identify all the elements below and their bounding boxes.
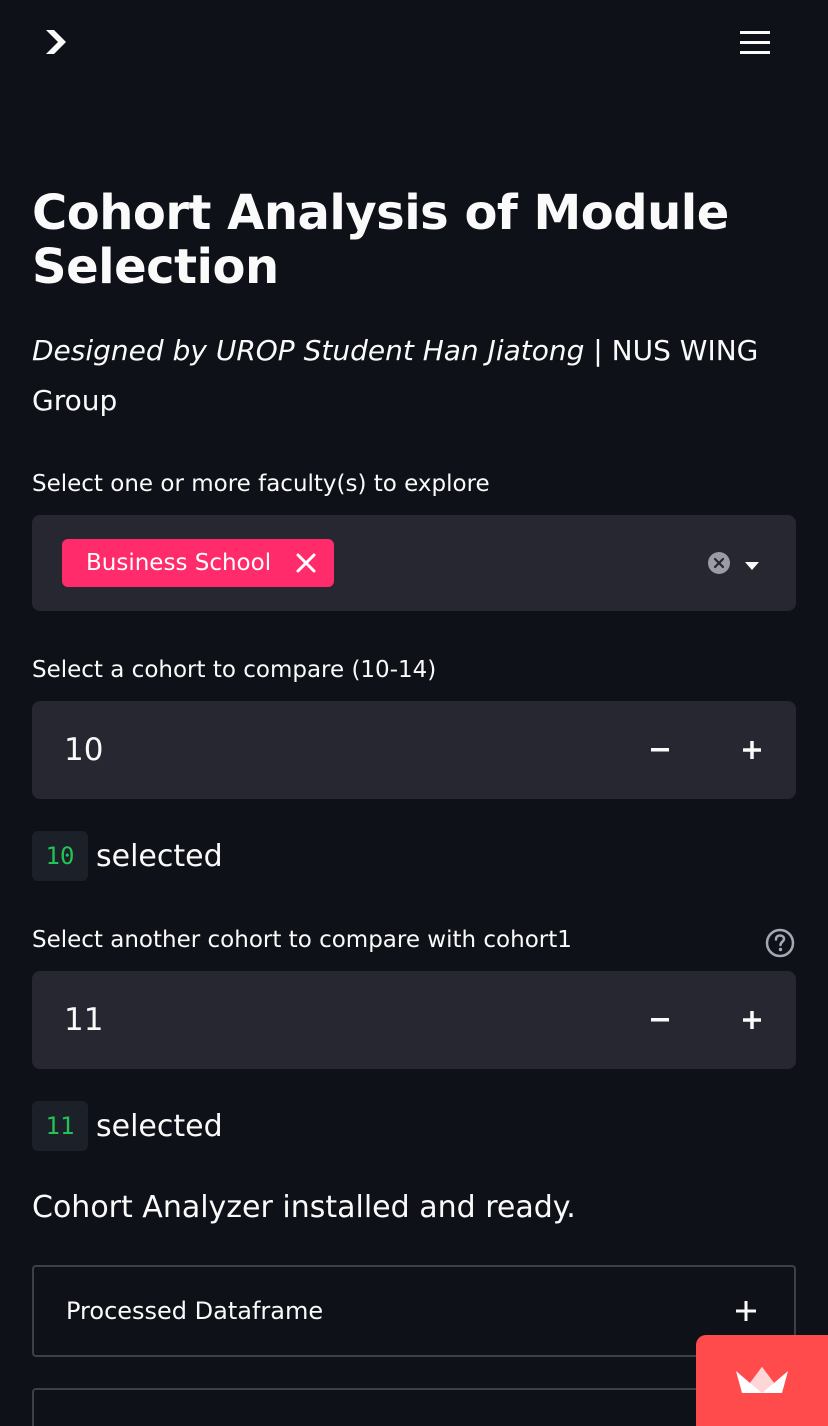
cohort2-value-field[interactable]: 11: [64, 971, 564, 1069]
question-circle-icon: [765, 928, 795, 958]
app-page: Cohort Analysis of Module Selection Desi…: [0, 0, 828, 1426]
minus-icon: [651, 1018, 669, 1022]
plus-icon: [743, 1011, 761, 1029]
cohort1-selected-code: 10: [32, 831, 88, 881]
cohort1-label: Select a cohort to compare (10-14): [32, 657, 437, 683]
cohort2-help-button[interactable]: [765, 928, 795, 958]
selected-tag-business-school: Business School: [62, 539, 334, 587]
streamlit-badge-button[interactable]: [696, 1335, 828, 1426]
hamburger-menu-icon: [740, 31, 770, 54]
cohort1-selected-text: selected: [96, 838, 223, 874]
expander-next[interactable]: [32, 1388, 796, 1426]
cohort2-decrement-button[interactable]: [620, 971, 700, 1069]
tag-label: Business School: [86, 550, 272, 576]
streamlit-crown-icon: [736, 1367, 788, 1393]
clear-all-button[interactable]: [708, 552, 730, 574]
page-subtitle: Designed by UROP Student Han Jiatong | N…: [32, 326, 796, 426]
status-message: Cohort Analyzer installed and ready.: [32, 1190, 576, 1225]
caret-down-icon: [745, 562, 759, 570]
cohort2-label: Select another cohort to compare with co…: [32, 927, 572, 953]
cohort2-selected-row: 11 selected: [32, 1101, 223, 1151]
remove-tag-button[interactable]: [294, 551, 318, 575]
plus-icon: [743, 741, 761, 759]
page-title: Cohort Analysis of Module Selection: [32, 185, 729, 295]
faculty-select-label: Select one or more faculty(s) to explore: [32, 471, 490, 497]
plus-icon: [736, 1301, 756, 1321]
expander-label: Processed Dataframe: [66, 1297, 324, 1325]
chevron-right-icon: [46, 30, 66, 54]
cohort2-increment-button[interactable]: [712, 971, 792, 1069]
dropdown-toggle[interactable]: [744, 557, 760, 570]
clear-circle-icon: [708, 552, 730, 574]
cohort2-number-input: 11: [32, 971, 796, 1069]
minus-icon: [651, 748, 669, 752]
expander-processed-dataframe[interactable]: Processed Dataframe: [32, 1265, 796, 1357]
cohort2-selected-code: 11: [32, 1101, 88, 1151]
cohort1-selected-row: 10 selected: [32, 831, 223, 881]
cohort1-number-input: 10: [32, 701, 796, 799]
close-icon: [296, 553, 316, 573]
subtitle-author: Designed by UROP Student Han Jiatong: [32, 334, 585, 367]
cohort1-increment-button[interactable]: [712, 701, 792, 799]
cohort1-decrement-button[interactable]: [620, 701, 700, 799]
faculty-multiselect[interactable]: Business School: [32, 515, 796, 611]
main-menu-button[interactable]: [738, 28, 774, 58]
cohort2-selected-text: selected: [96, 1108, 223, 1144]
sidebar-toggle-button[interactable]: [40, 26, 72, 58]
cohort1-value-field[interactable]: 10: [64, 701, 564, 799]
